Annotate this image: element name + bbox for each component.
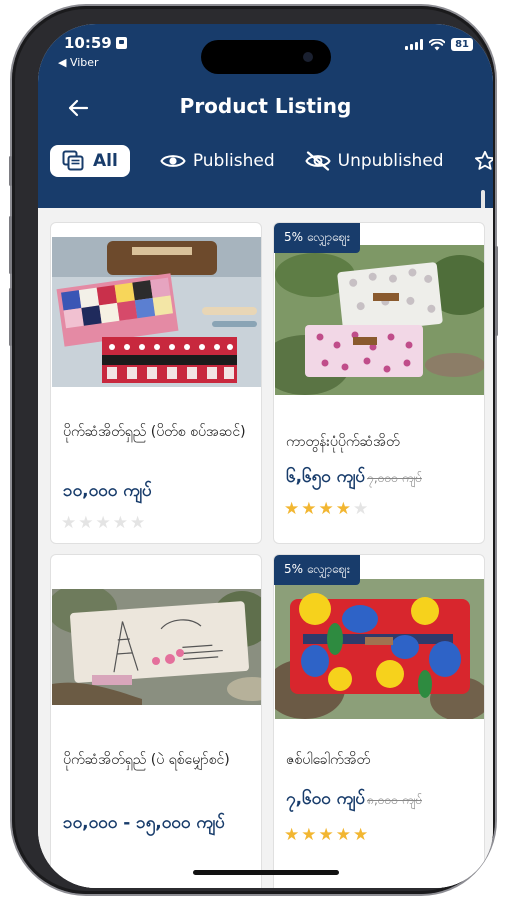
home-indicator[interactable] <box>193 870 339 875</box>
product-price-text: ၇,၆၀၀ ကျပ် <box>286 789 366 809</box>
product-image <box>275 245 484 395</box>
product-card[interactable]: ပိုက်ဆံအိတ်ရှည် (ပဲ ရစ်မျှော်စင်) ၁၀,၀၀၀… <box>50 554 262 888</box>
screen: 10:59 ◀ Viber 81 Product Listing All Pub… <box>38 24 493 888</box>
discount-badge: 5% လျှော့ဈေး <box>274 223 360 253</box>
star-icon: ★ <box>130 513 148 533</box>
copy-icon <box>62 150 84 171</box>
product-image <box>52 589 261 705</box>
product-card[interactable]: ပိုက်ဆံအိတ်ရှည် (ပိတ်စ စပ်အဆင်) ၁၀,၀၀၀ က… <box>50 222 262 544</box>
volume-up-button <box>9 216 12 274</box>
product-price: ၁၀,၀၀၀ - ၁၅,၀၀၀ ကျပ် <box>63 809 253 837</box>
product-name: ပိုက်ဆံအိတ်ရှည် (ပိတ်စ စပ်အဆင်) <box>63 424 246 440</box>
page-title: Product Listing <box>179 94 352 118</box>
star-icon: ★ <box>284 825 302 845</box>
cellular-signal-icon <box>405 39 424 50</box>
tab-published-label: Published <box>192 151 275 171</box>
star-icon: ★ <box>335 499 353 519</box>
status-time: 10:59 <box>64 34 127 52</box>
product-price: ၁၀,၀၀၀ ကျပ် <box>63 477 152 505</box>
star-icon: ★ <box>318 499 336 519</box>
tab-published[interactable]: Published <box>160 145 275 177</box>
tab-unpublished[interactable]: Unpublished <box>305 145 444 177</box>
tab-unpublished-label: Unpublished <box>337 151 444 171</box>
product-card[interactable]: 5% လျှော့ဈေး ဇစ်ပါခေါက်အိတ် ၇,၆၀၀ ကျပ် ၈… <box>273 554 485 888</box>
star-icon: ★ <box>78 513 96 533</box>
product-name: ပိုက်ဆံအိတ်ရှည် (ပဲ ရစ်မျှော်စင်) <box>63 752 230 768</box>
rating-stars: ★★★★★ <box>284 825 370 845</box>
back-to-app-link[interactable]: ◀ Viber <box>58 56 99 69</box>
app-bar: Product Listing <box>38 88 493 128</box>
volume-down-button <box>9 288 12 346</box>
product-price: ၆,၆၅၀ ကျပ် ၇,၀၀၀ ကျပ် <box>286 463 422 492</box>
star-icon: ★ <box>301 499 319 519</box>
status-icons: 81 <box>405 38 473 51</box>
product-grid: ပိုက်ဆံအိတ်ရှည် (ပိတ်စ စပ်အဆင်) ၁၀,၀၀၀ က… <box>38 208 493 888</box>
star-icon: ★ <box>353 825 371 845</box>
id-card-icon <box>115 37 127 49</box>
status-time-text: 10:59 <box>64 34 112 52</box>
star-icon: ★ <box>335 825 353 845</box>
product-price-text: ၁၀,၀၀၀ ကျပ် <box>63 481 152 501</box>
dynamic-island <box>201 40 331 74</box>
product-name: ဇစ်ပါခေါက်အိတ် <box>286 752 371 768</box>
product-image <box>275 579 484 719</box>
star-icon: ★ <box>301 825 319 845</box>
discount-badge: 5% လျှော့ဈေး <box>274 555 360 585</box>
star-outline-icon <box>474 150 493 170</box>
wifi-icon <box>429 38 446 50</box>
product-price: ၇,၆၀၀ ကျပ် ၈,၀၀၀ ကျပ် <box>286 785 422 814</box>
eye-icon <box>160 155 186 167</box>
star-icon: ★ <box>95 513 113 533</box>
star-icon: ★ <box>284 499 302 519</box>
product-name: ကာတွန်းပုံပိုက်ဆံအိတ် <box>286 434 400 450</box>
battery-indicator: 81 <box>451 38 473 51</box>
star-icon: ★ <box>61 513 79 533</box>
tab-featured[interactable] <box>474 145 493 177</box>
original-price: ၇,၀၀၀ ကျပ် <box>367 471 422 485</box>
filter-tabs: All Published Unpublished <box>50 144 493 178</box>
tab-all-label: All <box>93 151 118 171</box>
rating-stars: ★★★★★ <box>61 513 147 533</box>
phone-frame: 10:59 ◀ Viber 81 Product Listing All Pub… <box>9 6 498 894</box>
power-button <box>495 246 498 336</box>
star-icon: ★ <box>318 825 336 845</box>
mute-switch <box>9 156 12 186</box>
product-image <box>52 237 261 387</box>
rating-stars: ★★★★★ <box>284 499 370 519</box>
eye-off-icon <box>305 151 331 171</box>
camera-icon <box>303 52 313 62</box>
star-icon: ★ <box>353 499 371 519</box>
star-icon: ★ <box>112 513 130 533</box>
original-price: ၈,၀၀၀ ကျပ် <box>367 793 422 807</box>
app-header: 10:59 ◀ Viber 81 Product Listing All Pub… <box>38 24 493 208</box>
tab-all[interactable]: All <box>50 145 130 177</box>
product-price-text: ၁၀,၀၀၀ - ၁၅,၀၀၀ ကျပ် <box>63 813 225 833</box>
product-card[interactable]: 5% လျှော့ဈေး ကာတွန်းပုံပိုက်ဆံအိတ် ၆,၆၅၀… <box>273 222 485 544</box>
product-price-text: ၆,၆၅၀ ကျပ် <box>286 467 366 487</box>
